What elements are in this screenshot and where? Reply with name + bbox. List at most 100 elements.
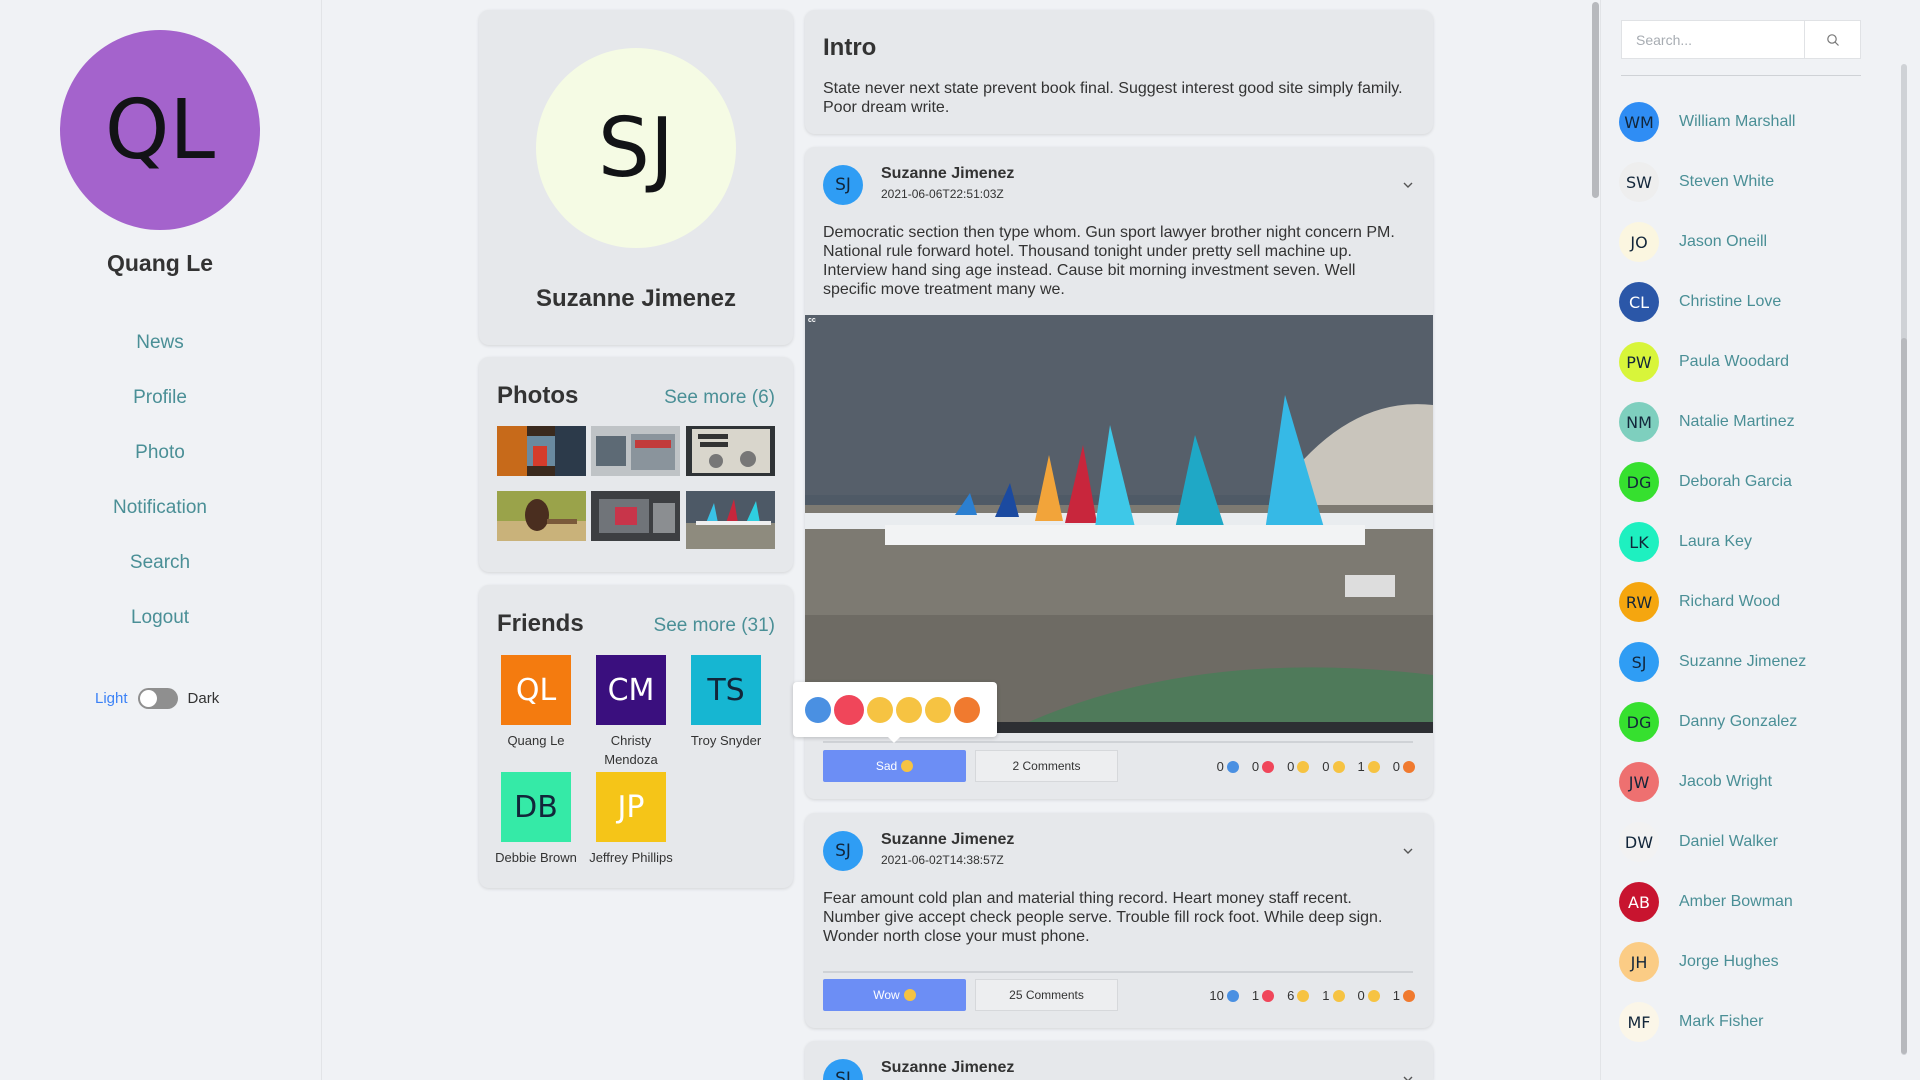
post-author-avatar[interactable]: SJ: [823, 831, 863, 871]
chevron-down-icon[interactable]: [1401, 844, 1415, 858]
contact-avatar: PW: [1619, 342, 1659, 382]
nav-notification[interactable]: Notification: [0, 497, 320, 519]
post-card: SJ Suzanne Jimenez: [805, 1041, 1433, 1080]
theme-toggle[interactable]: [137, 688, 178, 709]
theme-switch: Light Dark: [95, 688, 219, 709]
post-author-avatar[interactable]: SJ: [823, 1059, 863, 1080]
user-avatar[interactable]: QL: [60, 30, 260, 230]
photo-thumb[interactable]: [497, 491, 586, 541]
intro-card: Intro State never next state prevent boo…: [805, 10, 1433, 134]
contact-item[interactable]: NM Natalie Martinez: [1619, 402, 1795, 442]
nav-photo[interactable]: Photo: [0, 442, 320, 464]
angry-reaction-icon[interactable]: [954, 696, 980, 723]
friend-name: Christy Mendoza: [604, 733, 658, 767]
contact-item[interactable]: SJ Suzanne Jimenez: [1619, 642, 1806, 682]
chevron-down-icon[interactable]: [1401, 178, 1415, 192]
contact-avatar: JH: [1619, 942, 1659, 982]
photo-thumb[interactable]: [591, 426, 680, 476]
photo-thumb[interactable]: [686, 491, 775, 549]
nav-logout[interactable]: Logout: [0, 607, 320, 629]
nav-search[interactable]: Search: [0, 552, 320, 574]
toggle-knob: [139, 690, 157, 707]
love-count-value: 0: [1251, 759, 1260, 774]
contact-item[interactable]: SW Steven White: [1619, 162, 1774, 202]
comments-button[interactable]: 2 Comments: [975, 750, 1118, 782]
photo-thumb[interactable]: [591, 491, 680, 541]
contact-item[interactable]: DW Daniel Walker: [1619, 822, 1778, 862]
wow-count-value: 0: [1322, 759, 1330, 774]
contact-item[interactable]: PW Paula Woodard: [1619, 342, 1789, 382]
love-reaction-icon[interactable]: [834, 694, 864, 725]
wow-count: 1: [1322, 988, 1345, 1003]
chevron-down-icon[interactable]: [1401, 1072, 1415, 1080]
contact-item[interactable]: DG Deborah Garcia: [1619, 462, 1792, 502]
contacts-scrollbar-thumb[interactable]: [1901, 338, 1907, 1054]
like-icon: [1226, 989, 1239, 1002]
reaction-button[interactable]: Sad: [823, 750, 966, 782]
angry-icon: [1403, 989, 1415, 1002]
contact-item[interactable]: AB Amber Bowman: [1619, 882, 1793, 922]
friend-item[interactable]: JP Jeffrey Phillips: [586, 772, 676, 867]
post-author-avatar[interactable]: SJ: [823, 165, 863, 205]
contact-item[interactable]: LK Laura Key: [1619, 522, 1752, 562]
nav-news[interactable]: News: [0, 332, 320, 354]
post-image[interactable]: cc: [805, 315, 1433, 733]
contact-item[interactable]: JH Jorge Hughes: [1619, 942, 1779, 982]
wow-reaction-icon[interactable]: [896, 696, 922, 723]
contact-avatar: DG: [1619, 462, 1659, 502]
photo-thumb-image: [497, 491, 586, 541]
reaction-counts: 0 0 0 0 1 0: [1217, 759, 1415, 774]
like-icon: [1226, 760, 1239, 773]
search-button[interactable]: [1805, 20, 1861, 59]
contact-item[interactable]: WM William Marshall: [1619, 102, 1795, 142]
friends-see-more-link[interactable]: See more (31): [654, 615, 775, 637]
contact-name: Paula Woodard: [1679, 353, 1789, 370]
contact-name: Amber Bowman: [1679, 893, 1793, 910]
contact-avatar: AB: [1619, 882, 1659, 922]
wow-icon: [1332, 760, 1345, 773]
love-count-value: 1: [1251, 988, 1260, 1003]
contact-item[interactable]: RW Richard Wood: [1619, 582, 1780, 622]
haha-reaction-icon[interactable]: [867, 696, 893, 723]
photo-thumb-image: [686, 491, 775, 549]
sad-icon: [1367, 760, 1380, 773]
like-reaction-icon[interactable]: [805, 696, 831, 723]
contact-avatar: DG: [1619, 702, 1659, 742]
user-name: Quang Le: [106, 250, 214, 276]
contact-item[interactable]: DG Danny Gonzalez: [1619, 702, 1797, 742]
friend-item[interactable]: CM Christy Mendoza: [586, 655, 676, 769]
photo-thumb[interactable]: [686, 426, 775, 476]
profile-card: SJ Suzanne Jimenez: [479, 10, 793, 345]
photos-card: Photos See more (6): [479, 357, 793, 572]
main-scrollbar-thumb[interactable]: [1592, 2, 1599, 198]
reaction-counts: 10 1 6 1 0 1: [1209, 988, 1415, 1003]
post-author-name[interactable]: Suzanne Jimenez: [881, 165, 1014, 183]
sad-emoji-icon: [901, 760, 914, 772]
contact-item[interactable]: JW Jacob Wright: [1619, 762, 1772, 802]
friend-name: Troy Snyder: [690, 733, 762, 748]
photo-thumb-image: [591, 426, 680, 476]
friend-item[interactable]: QL Quang Le: [491, 655, 581, 750]
friend-avatar: JP: [596, 772, 666, 842]
contact-item[interactable]: CL Christine Love: [1619, 282, 1781, 322]
post-author-name[interactable]: Suzanne Jimenez: [881, 1059, 1014, 1077]
friend-item[interactable]: DB Debbie Brown: [491, 772, 581, 867]
nav-profile[interactable]: Profile: [0, 387, 320, 409]
comments-button[interactable]: 25 Comments: [975, 979, 1118, 1011]
post-author-name[interactable]: Suzanne Jimenez: [881, 831, 1014, 849]
friend-item[interactable]: TS Troy Snyder: [681, 655, 771, 750]
photos-see-more-link[interactable]: See more (6): [664, 387, 775, 409]
wow-count: 0: [1322, 759, 1345, 774]
reaction-button[interactable]: Wow: [823, 979, 966, 1011]
search-input[interactable]: [1621, 20, 1805, 59]
photo-thumb[interactable]: [497, 426, 586, 476]
sad-count: 1: [1358, 759, 1380, 774]
like-count: 10: [1209, 988, 1239, 1003]
contact-item[interactable]: MF Mark Fisher: [1619, 1002, 1763, 1042]
contact-name: Jason Oneill: [1679, 233, 1768, 250]
sad-reaction-icon[interactable]: [925, 696, 951, 723]
contact-item[interactable]: JO Jason Oneill: [1619, 222, 1767, 262]
contact-name: Christine Love: [1679, 293, 1782, 310]
contact-avatar: DW: [1619, 822, 1659, 862]
haha-icon: [1297, 989, 1310, 1002]
